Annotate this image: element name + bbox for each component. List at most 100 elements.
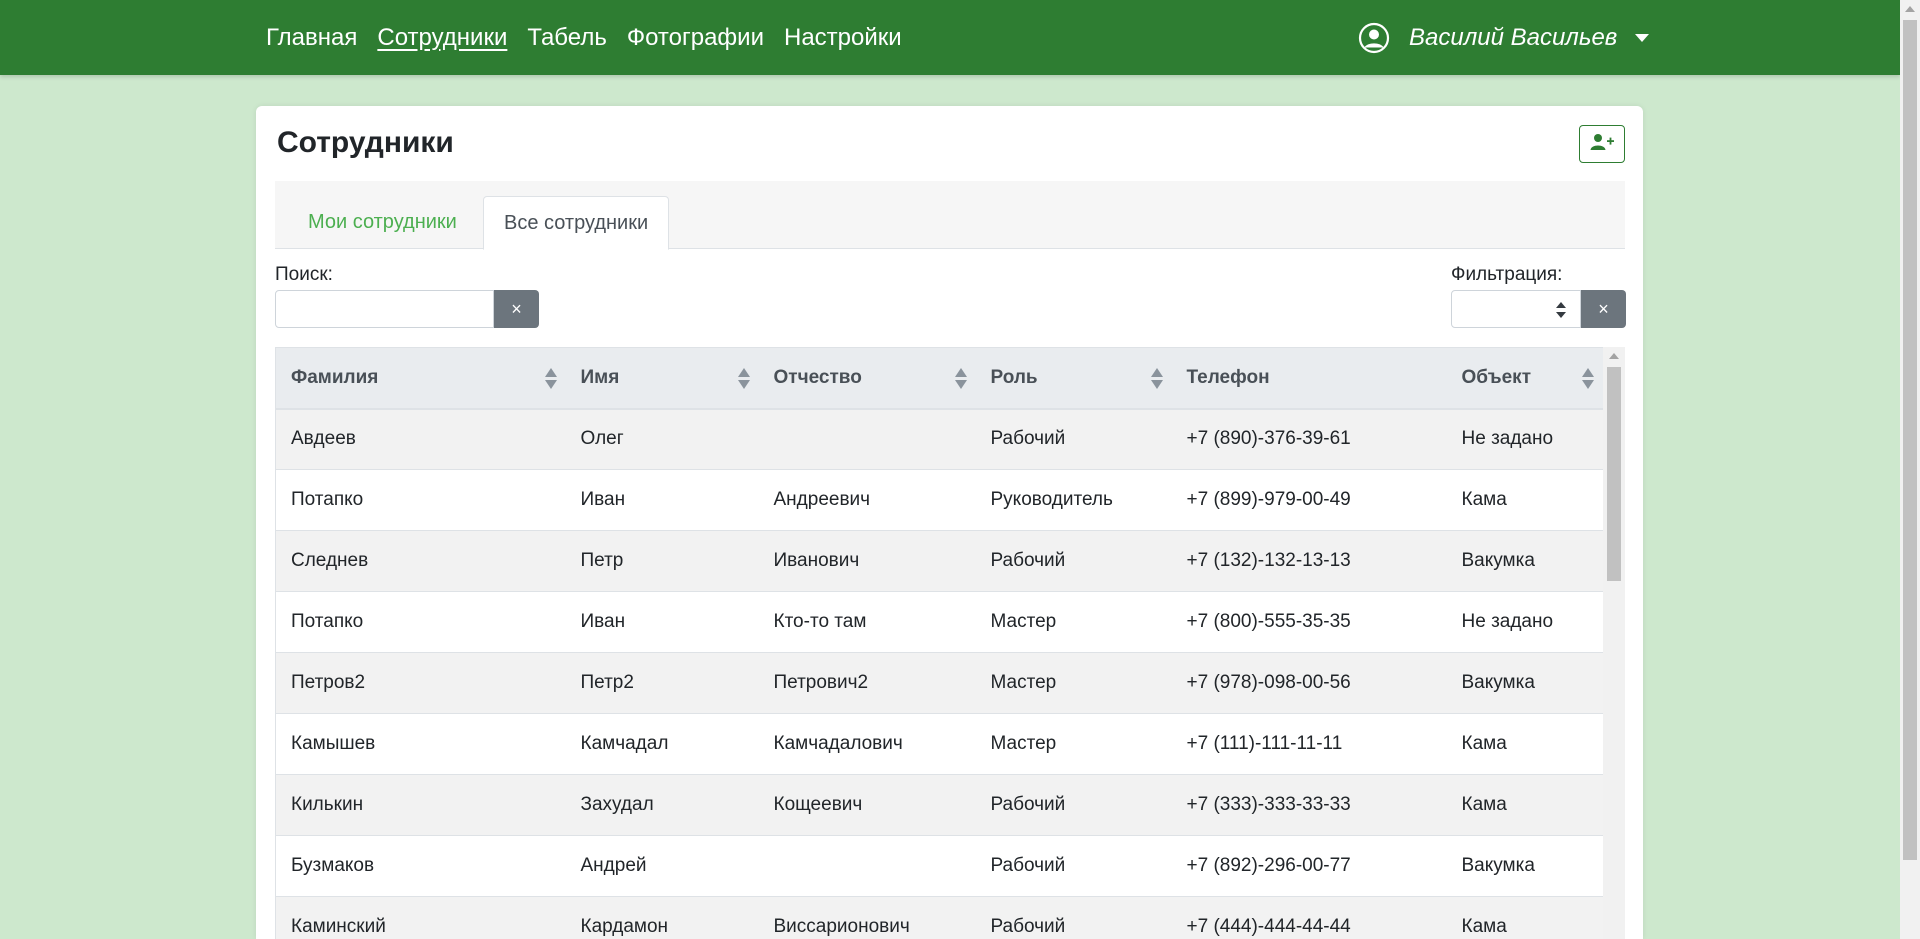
- cell-object: Вакумка: [1446, 835, 1604, 897]
- cell-object: Не задано: [1446, 408, 1604, 470]
- column-header-last-name[interactable]: Фамилия: [275, 347, 566, 410]
- top-navbar: Главная Сотрудники Табель Фотографии Нас…: [0, 0, 1900, 75]
- cell-last-name: Следнев: [275, 530, 566, 592]
- cell-first-name: Иван: [565, 469, 759, 531]
- page-scrollbar[interactable]: [1900, 0, 1920, 939]
- close-icon: ×: [1598, 298, 1609, 319]
- employees-table: Фамилия Имя Отчество Роль Телефон Объект…: [275, 347, 1604, 939]
- select-updown-icon: [1556, 302, 1566, 323]
- table-row[interactable]: Потапко Иван Кто-то там Мастер +7 (800)-555-…: [275, 591, 1604, 653]
- cell-first-name: Кардамон: [565, 896, 759, 939]
- table-header-row: Фамилия Имя Отчество Роль Телефон Объект: [275, 347, 1604, 410]
- tab-my-employees[interactable]: Мои сотрудники: [288, 196, 477, 249]
- cell-patronymic: [758, 408, 976, 470]
- cell-last-name: Килькин: [275, 774, 566, 836]
- cell-phone: +7 (444)-444-44-44: [1171, 896, 1447, 939]
- cell-phone: +7 (111)-111-11-11: [1171, 713, 1447, 775]
- cell-last-name: Петров2: [275, 652, 566, 714]
- search-input[interactable]: [275, 290, 494, 328]
- nav-links: Главная Сотрудники Табель Фотографии Нас…: [266, 0, 902, 75]
- cell-role: Мастер: [975, 591, 1172, 653]
- column-header-object[interactable]: Объект: [1446, 347, 1604, 410]
- table-row[interactable]: Бузмаков Андрей Рабочий +7 (892)-296-00-77 В…: [275, 835, 1604, 897]
- cell-last-name: Потапко: [275, 591, 566, 653]
- cell-object: Не задано: [1446, 591, 1604, 653]
- column-header-patronymic[interactable]: Отчество: [758, 347, 976, 410]
- table-scrollbar-thumb[interactable]: [1607, 367, 1621, 581]
- close-icon: ×: [511, 298, 522, 319]
- cell-phone: +7 (800)-555-35-35: [1171, 591, 1447, 653]
- page-title: Сотрудники: [277, 126, 454, 159]
- table-row[interactable]: Авдеев Олег Рабочий +7 (890)-376-39-61 Не за…: [275, 408, 1604, 470]
- user-menu-dropdown[interactable]: Василий Васильев: [1358, 0, 1650, 75]
- filter-label: Фильтрация:: [1451, 264, 1563, 285]
- cell-object: Кама: [1446, 896, 1604, 939]
- sort-icon: [954, 368, 967, 390]
- scroll-up-arrow-icon[interactable]: [1609, 353, 1619, 359]
- cell-first-name: Петр: [565, 530, 759, 592]
- cell-last-name: Камышев: [275, 713, 566, 775]
- cell-role: Рабочий: [975, 896, 1172, 939]
- cell-last-name: Потапко: [275, 469, 566, 531]
- cell-phone: +7 (890)-376-39-61: [1171, 408, 1447, 470]
- cell-first-name: Олег: [565, 408, 759, 470]
- scroll-up-arrow-icon[interactable]: [1905, 6, 1915, 12]
- employees-table-container: Фамилия Имя Отчество Роль Телефон Объект…: [275, 347, 1625, 939]
- nav-link-employees[interactable]: Сотрудники: [377, 24, 507, 52]
- cell-role: Рабочий: [975, 835, 1172, 897]
- cell-object: Вакумка: [1446, 530, 1604, 592]
- sort-icon: [1582, 368, 1594, 390]
- employees-card: Сотрудники Мои сотрудники Все сотрудники…: [256, 106, 1643, 939]
- cell-patronymic: Андреевич: [758, 469, 976, 531]
- cell-role: Руководитель: [975, 469, 1172, 531]
- cell-patronymic: Петрович2: [758, 652, 976, 714]
- clear-search-button[interactable]: ×: [494, 290, 539, 328]
- cell-object: Кама: [1446, 774, 1604, 836]
- cell-role: Рабочий: [975, 530, 1172, 592]
- cell-patronymic: Камчадалович: [758, 713, 976, 775]
- nav-link-settings[interactable]: Настройки: [784, 24, 902, 52]
- user-plus-icon: [1590, 133, 1614, 156]
- column-header-phone: Телефон: [1171, 347, 1447, 410]
- nav-link-timesheet[interactable]: Табель: [527, 24, 606, 52]
- add-employee-button[interactable]: [1579, 125, 1625, 163]
- column-header-role[interactable]: Роль: [975, 347, 1172, 410]
- table-row[interactable]: Потапко Иван Андреевич Руководитель +7 (899)…: [275, 469, 1604, 531]
- cell-first-name: Андрей: [565, 835, 759, 897]
- nav-link-photos[interactable]: Фотографии: [627, 24, 764, 52]
- cell-phone: +7 (978)-098-00-56: [1171, 652, 1447, 714]
- table-scrollbar[interactable]: [1603, 347, 1625, 939]
- user-name: Василий Васильев: [1409, 23, 1618, 51]
- cell-phone: +7 (892)-296-00-77: [1171, 835, 1447, 897]
- cell-patronymic: Кто-то там: [758, 591, 976, 653]
- cell-patronymic: Иванович: [758, 530, 976, 592]
- sort-icon: [737, 368, 750, 390]
- cell-object: Кама: [1446, 713, 1604, 775]
- cell-object: Вакумка: [1446, 652, 1604, 714]
- cell-first-name: Камчадал: [565, 713, 759, 775]
- nav-link-home[interactable]: Главная: [266, 24, 357, 52]
- cell-role: Мастер: [975, 713, 1172, 775]
- table-row[interactable]: Петров2 Петр2 Петрович2 Мастер +7 (978)-098-…: [275, 652, 1604, 714]
- page-scrollbar-thumb[interactable]: [1903, 20, 1917, 860]
- cell-role: Мастер: [975, 652, 1172, 714]
- tab-all-employees[interactable]: Все сотрудники: [483, 196, 670, 250]
- clear-filter-button[interactable]: ×: [1581, 290, 1626, 328]
- tabs-bar: Мои сотрудники Все сотрудники: [275, 181, 1625, 250]
- cell-phone: +7 (333)-333-33-33: [1171, 774, 1447, 836]
- cell-patronymic: [758, 835, 976, 897]
- cell-role: Рабочий: [975, 774, 1172, 836]
- table-row[interactable]: Камышев Камчадал Камчадалович Мастер +7 (111…: [275, 713, 1604, 775]
- table-row[interactable]: Килькин Захудал Кощеевич Рабочий +7 (333)-33…: [275, 774, 1604, 836]
- cell-patronymic: Кощеевич: [758, 774, 976, 836]
- cell-phone: +7 (132)-132-13-13: [1171, 530, 1447, 592]
- table-row[interactable]: Следнев Петр Иванович Рабочий +7 (132)-132-1…: [275, 530, 1604, 592]
- table-row[interactable]: Каминский Кардамон Виссарионович Рабочий +7 …: [275, 896, 1604, 939]
- chevron-down-icon: [1635, 33, 1650, 42]
- filter-select[interactable]: [1451, 290, 1581, 328]
- cell-object: Кама: [1446, 469, 1604, 531]
- cell-first-name: Захудал: [565, 774, 759, 836]
- column-header-first-name[interactable]: Имя: [565, 347, 759, 410]
- cell-phone: +7 (899)-979-00-49: [1171, 469, 1447, 531]
- cell-first-name: Петр2: [565, 652, 759, 714]
